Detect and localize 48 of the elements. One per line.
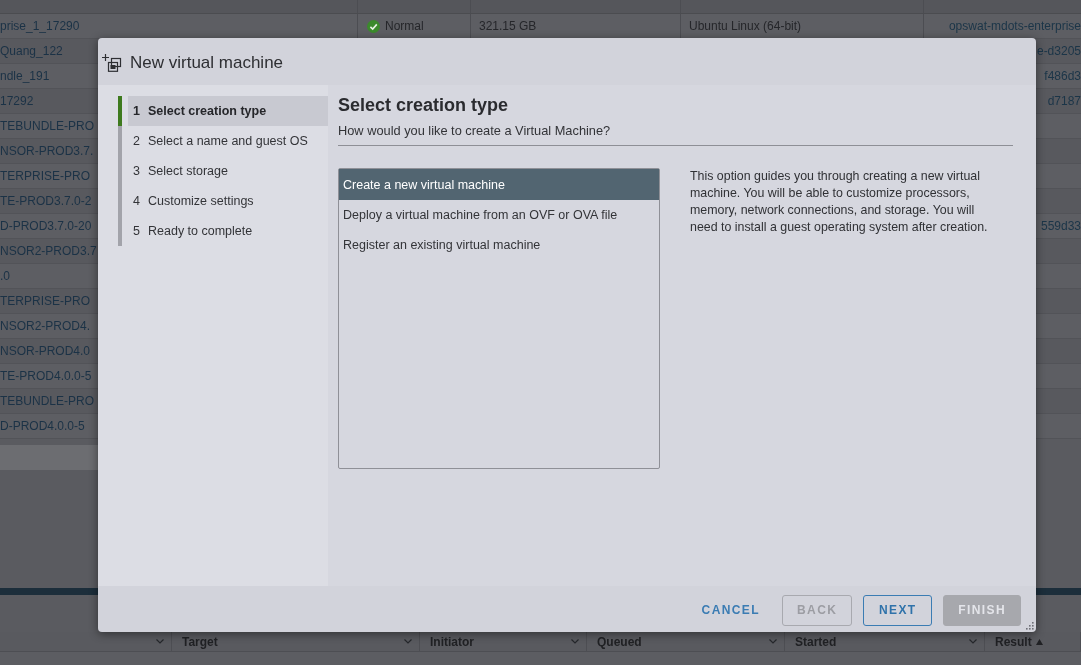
vm-name-link[interactable]: TERPRISE-PRO (0, 169, 90, 183)
outline-button[interactable]: NEXT (863, 594, 933, 626)
vm-name-link[interactable]: TEBUNDLE-PRO (0, 394, 94, 408)
wizard-step[interactable]: 1 Select creation type (128, 96, 328, 126)
vm-name-link[interactable]: D-PROD3.7.0-20 (0, 219, 92, 233)
list-option[interactable]: Deploy a virtual machine from an OVF or OVA file (339, 200, 659, 230)
add-virtual-machine-icon (102, 53, 122, 72)
table-cell: 321.15 GB (479, 19, 537, 33)
vm-name-link[interactable]: prise_1_17290 (0, 19, 80, 33)
wizard-step[interactable]: 4 Customize settings (128, 186, 328, 216)
wizard-step[interactable]: 5 Ready to complete (128, 216, 328, 246)
caret-icon (404, 639, 412, 644)
vm-name-link[interactable]: ndle_191 (0, 69, 50, 83)
vm-name-link[interactable]: NSOR-PROD3.7. (0, 144, 94, 158)
vm-name-link[interactable]: NSOR2-PROD3.7 (0, 244, 97, 258)
vm-name-link[interactable]: TE-PROD3.7.0-2 (0, 194, 92, 208)
vm-name-link[interactable]: D-PROD4.0.0-5 (0, 419, 85, 433)
wizard-step[interactable]: 3 Select storage (128, 156, 328, 186)
cancel-text-button[interactable]: CANCEL (690, 594, 771, 626)
vm-name-link[interactable]: TE-PROD4.0.0-5 (0, 369, 92, 383)
page-subtitle: How would you like to create a Virtual Machine? (338, 123, 1013, 146)
host-name-link[interactable]: opswat-mdots-enterprise (948, 19, 1081, 33)
wizard-step[interactable]: 2 Select a name and guest OS (128, 126, 328, 156)
option-description: This option guides you through creating a new virtual machine. You will be able to customize processors, memory, network connections, and storage. You will need to install a guest operating system after creation. (690, 168, 989, 236)
dialog-title: New virtual machine (130, 52, 284, 73)
host-name-link[interactable]: e-d3205 (1036, 44, 1081, 58)
vm-name-link[interactable]: Quang_122 (0, 44, 63, 58)
caret-icon (571, 639, 579, 644)
check-circle-icon (367, 19, 380, 33)
host-name-link[interactable]: f486d3 (1044, 69, 1081, 83)
table-cell: Ubuntu Linux (64-bit) (689, 19, 802, 33)
host-name-link[interactable]: d7187 (1047, 94, 1081, 108)
vm-name-link[interactable]: 17292 (0, 94, 34, 108)
page-heading: Select creation type (338, 95, 510, 115)
caret-icon (769, 639, 777, 644)
status-text: Normal (385, 19, 424, 33)
vm-name-link[interactable]: NSOR-PROD4.0 (0, 344, 91, 358)
vm-name-link[interactable]: TERPRISE-PRO (0, 294, 90, 308)
caret-icon (969, 639, 977, 644)
resize-grip-icon[interactable] (1026, 622, 1034, 630)
list-option[interactable]: Register an existing virtual machine (339, 230, 659, 260)
host-name-link[interactable]: 559d33 (1040, 219, 1081, 233)
vm-name-link[interactable]: NSOR2-PROD4. (0, 319, 91, 333)
sort-arrow-icon (1035, 638, 1043, 645)
caret-icon (156, 639, 164, 644)
vm-name-link[interactable]: TEBUNDLE-PRO (0, 119, 94, 133)
vm-name-link[interactable]: .0 (0, 269, 10, 283)
list-option[interactable]: Create a new virtual machine (339, 169, 659, 200)
